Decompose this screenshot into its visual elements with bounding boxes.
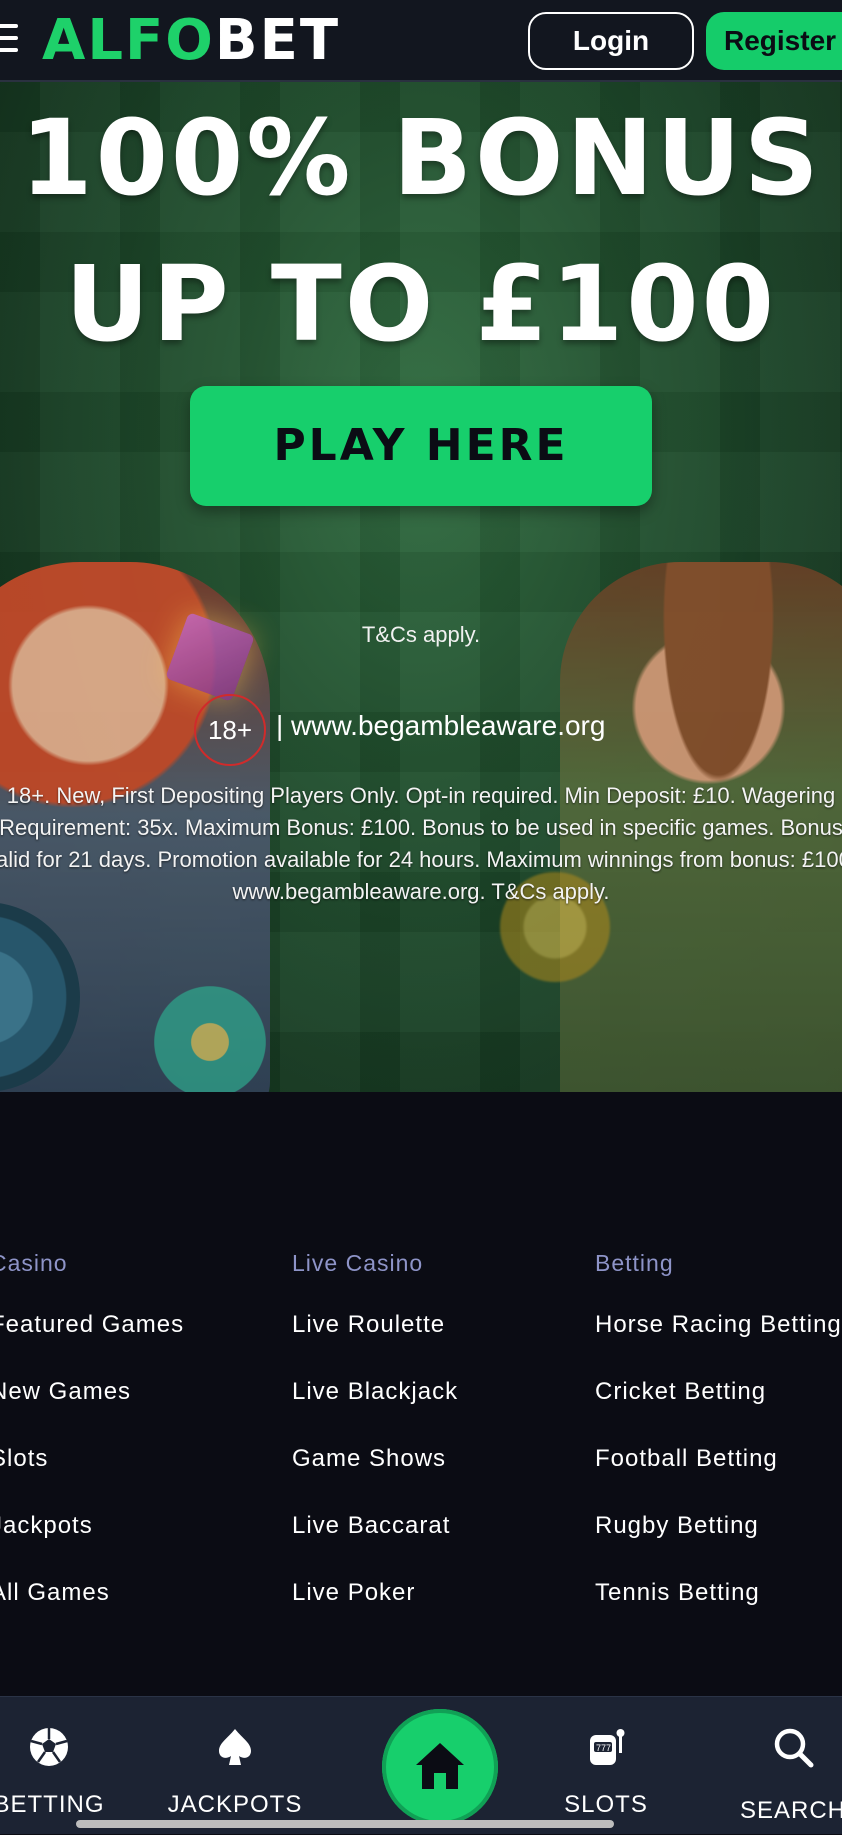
home-icon [416, 1743, 464, 1789]
footer-heading-casino[interactable]: Casino [0, 1250, 184, 1277]
responsible-gambling-row: 18+ | www.begambleaware.org [0, 694, 842, 766]
footer-heading-betting[interactable]: Betting [595, 1250, 842, 1277]
footer-link[interactable]: Game Shows [292, 1445, 458, 1512]
footer-link[interactable]: Jackpots [0, 1512, 184, 1579]
brand-logo[interactable]: ALFOBET [42, 8, 340, 74]
footer-column-betting: Betting Horse Racing Betting Cricket Bet… [595, 1250, 842, 1646]
bonus-headline: 100% BONUS [20, 97, 822, 219]
footer-link[interactable]: Cricket Betting [595, 1378, 842, 1445]
promo-terms-text: 18+. New, First Depositing Players Only.… [0, 783, 842, 904]
footer-links: Casino Featured Games New Games Slots Ja… [0, 1092, 842, 1696]
nav-search[interactable]: SEARCH [708, 1697, 842, 1835]
nav-slots[interactable]: 777 SLOTS [521, 1697, 691, 1835]
footer-link[interactable]: Live Blackjack [292, 1378, 458, 1445]
nav-label: SLOTS [564, 1791, 648, 1818]
slot-machine-icon: 777 [590, 1729, 625, 1765]
footer-link[interactable]: Football Betting [595, 1445, 842, 1512]
footer-link[interactable]: Featured Games [0, 1311, 184, 1378]
search-icon [774, 1728, 814, 1768]
nav-home-button[interactable] [382, 1709, 498, 1825]
nav-label: SEARCH [739, 1797, 842, 1824]
footer-link[interactable]: Rugby Betting [595, 1512, 842, 1579]
footer-link[interactable]: All Games [0, 1579, 184, 1646]
logo-part-o: O [165, 8, 215, 73]
bonus-amount-headline: UP TO £100 [65, 243, 777, 365]
footer-link[interactable]: Live Poker [292, 1579, 458, 1646]
footer-link[interactable]: New Games [0, 1378, 184, 1445]
footer-link[interactable]: Slots [0, 1445, 184, 1512]
bottom-nav-bar: BETTING JACKPOTS 777 SLOTS SEARCH [0, 1696, 842, 1834]
footer-link[interactable]: Tennis Betting [595, 1579, 842, 1646]
system-home-indicator [76, 1820, 614, 1828]
nav-jackpots[interactable]: JACKPOTS [150, 1697, 320, 1835]
svg-text:777: 777 [596, 1743, 611, 1753]
menu-icon[interactable] [0, 24, 18, 54]
nav-betting[interactable]: BETTING [0, 1697, 134, 1835]
nav-label: JACKPOTS [167, 1791, 303, 1818]
orb-image [140, 982, 280, 1092]
footer-heading-live-casino[interactable]: Live Casino [292, 1250, 458, 1277]
login-button[interactable]: Login [528, 12, 694, 70]
logo-part-bet: BET [214, 8, 341, 73]
top-header: ALFOBET Login Register [0, 0, 842, 82]
promo-banner[interactable]: 100% BONUS UP TO £100 PLAY HERE T&Cs app… [0, 82, 842, 1092]
soccer-ball-icon [30, 1728, 68, 1766]
logo-part-alf: ALF [42, 8, 166, 73]
play-here-button[interactable]: PLAY HERE [190, 386, 652, 506]
nav-label: BETTING [0, 1791, 105, 1818]
footer-link[interactable]: Live Baccarat [292, 1512, 458, 1579]
tcs-apply-text: T&Cs apply. [361, 622, 481, 647]
age-18-badge: 18+ [194, 694, 266, 766]
spade-icon [219, 1729, 251, 1765]
register-button[interactable]: Register [706, 12, 842, 70]
begambleaware-link[interactable]: | www.begambleaware.org [276, 710, 605, 742]
footer-column-live-casino: Live Casino Live Roulette Live Blackjack… [292, 1250, 458, 1646]
footer-column-casino: Casino Featured Games New Games Slots Ja… [0, 1250, 184, 1646]
footer-link[interactable]: Live Roulette [292, 1311, 458, 1378]
footer-link[interactable]: Horse Racing Betting [595, 1311, 842, 1378]
